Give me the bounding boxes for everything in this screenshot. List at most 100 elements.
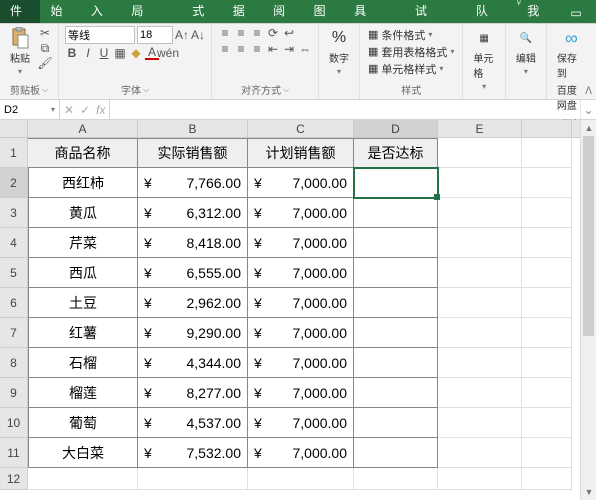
formula-input[interactable]	[110, 100, 580, 119]
fx-icon[interactable]: fx	[96, 103, 105, 117]
tab-developer[interactable]: 开发工具	[344, 0, 405, 23]
cell-plan[interactable]: ¥7,000.00	[248, 438, 354, 468]
cell[interactable]	[438, 468, 522, 490]
copy-icon[interactable]: ⧉	[38, 41, 52, 55]
cell[interactable]	[522, 468, 572, 490]
font-size-select[interactable]	[137, 26, 173, 44]
scroll-up-arrow-icon[interactable]: ▲	[581, 120, 596, 136]
row-header[interactable]: 8	[0, 348, 28, 378]
format-as-table-button[interactable]: ▦套用表格格式▾	[366, 43, 456, 60]
cut-icon[interactable]: ✂	[38, 26, 52, 40]
cell[interactable]	[522, 138, 572, 168]
cell-target[interactable]	[354, 408, 438, 438]
cell[interactable]	[522, 348, 572, 378]
header-cell[interactable]: 计划销售额	[248, 138, 354, 168]
col-header-B[interactable]: B	[138, 120, 248, 137]
cell[interactable]	[354, 468, 438, 490]
tab-formulas[interactable]: 公式	[182, 0, 222, 23]
cell-target[interactable]	[354, 168, 438, 198]
col-header-C[interactable]: C	[248, 120, 354, 137]
fill-handle[interactable]	[434, 194, 440, 200]
tab-loadtest[interactable]: 负载测试	[405, 0, 466, 23]
header-cell[interactable]: 是否达标	[354, 138, 438, 168]
dialog-launcher-icon[interactable]: ⌵	[283, 85, 289, 95]
row-header[interactable]: 9	[0, 378, 28, 408]
header-cell[interactable]: 商品名称	[28, 138, 138, 168]
cell[interactable]	[438, 318, 522, 348]
ribbon-display-options-icon[interactable]: ▭	[564, 3, 588, 23]
save-baidu-button[interactable]: ∞保存到百度网盘	[553, 26, 590, 114]
increase-font-icon[interactable]: A↑	[175, 28, 189, 42]
col-header-D[interactable]: D	[354, 120, 438, 137]
cell-target[interactable]	[354, 318, 438, 348]
tab-view[interactable]: 视图	[304, 0, 344, 23]
row-header[interactable]: 11	[0, 438, 28, 468]
number-format-button[interactable]: % 数字 ▾	[325, 26, 353, 78]
row-header[interactable]: 1	[0, 138, 28, 168]
cell-target[interactable]	[354, 258, 438, 288]
cell[interactable]	[438, 378, 522, 408]
cell[interactable]	[522, 258, 572, 288]
cancel-icon[interactable]: ✕	[64, 103, 74, 117]
name-box[interactable]: D2▾	[0, 100, 60, 119]
cell[interactable]	[248, 468, 354, 490]
cell[interactable]	[522, 198, 572, 228]
dialog-launcher-icon[interactable]: ⌵	[42, 85, 48, 95]
row-header[interactable]: 5	[0, 258, 28, 288]
cell[interactable]	[438, 138, 522, 168]
underline-icon[interactable]: U	[97, 46, 111, 60]
row-header[interactable]: 12	[0, 468, 28, 490]
cell-name[interactable]: 红薯	[28, 318, 138, 348]
cell[interactable]	[438, 228, 522, 258]
wrap-text-icon[interactable]: ↩	[282, 26, 296, 40]
cell-plan[interactable]: ¥7,000.00	[248, 198, 354, 228]
align-left-icon[interactable]: ≡	[218, 42, 232, 56]
cell-plan[interactable]: ¥7,000.00	[248, 228, 354, 258]
select-all-corner[interactable]	[0, 120, 28, 137]
row-header[interactable]: 3	[0, 198, 28, 228]
editing-button[interactable]: 🔍编辑▾	[512, 26, 540, 78]
cell[interactable]	[522, 168, 572, 198]
cell-target[interactable]	[354, 378, 438, 408]
row-header[interactable]: 2	[0, 168, 28, 198]
align-center-icon[interactable]: ≡	[234, 42, 248, 56]
cell-target[interactable]	[354, 288, 438, 318]
italic-icon[interactable]: I	[81, 46, 95, 60]
tab-review[interactable]: 审阅	[263, 0, 303, 23]
cell-actual[interactable]: ¥2,962.00	[138, 288, 248, 318]
cell[interactable]	[522, 228, 572, 258]
merge-center-icon[interactable]: ⇔	[298, 42, 312, 56]
cell-actual[interactable]: ¥6,312.00	[138, 198, 248, 228]
cell-styles-button[interactable]: ▦单元格样式▾	[366, 60, 445, 77]
cell-name[interactable]: 西瓜	[28, 258, 138, 288]
cell-actual[interactable]: ¥4,537.00	[138, 408, 248, 438]
align-middle-icon[interactable]: ≡	[234, 26, 248, 40]
cell-plan[interactable]: ¥7,000.00	[248, 258, 354, 288]
cell-target[interactable]	[354, 348, 438, 378]
tab-file[interactable]: 文件	[0, 0, 40, 23]
cell-plan[interactable]: ¥7,000.00	[248, 348, 354, 378]
cell-target[interactable]	[354, 438, 438, 468]
align-bottom-icon[interactable]: ≡	[250, 26, 264, 40]
cells-button[interactable]: ▦单元格▾	[469, 26, 498, 93]
cell[interactable]	[438, 168, 522, 198]
scroll-thumb[interactable]	[583, 136, 594, 336]
cell[interactable]	[522, 318, 572, 348]
fill-color-icon[interactable]: ◆	[129, 46, 143, 60]
cell[interactable]	[522, 408, 572, 438]
cell-plan[interactable]: ¥7,000.00	[248, 408, 354, 438]
dialog-launcher-icon[interactable]: ⌵	[143, 85, 149, 95]
decrease-font-icon[interactable]: A↓	[191, 28, 205, 42]
cell-actual[interactable]: ¥7,532.00	[138, 438, 248, 468]
cell-name[interactable]: 土豆	[28, 288, 138, 318]
cell-actual[interactable]: ¥8,277.00	[138, 378, 248, 408]
cell-name[interactable]: 西红柿	[28, 168, 138, 198]
tab-pagelayout[interactable]: 页面布局	[121, 0, 182, 23]
cell[interactable]	[28, 468, 138, 490]
cell-name[interactable]: 榴莲	[28, 378, 138, 408]
row-header[interactable]: 6	[0, 288, 28, 318]
increase-indent-icon[interactable]: ⇥	[282, 42, 296, 56]
cell-plan[interactable]: ¥7,000.00	[248, 288, 354, 318]
cell[interactable]	[438, 408, 522, 438]
cell[interactable]	[522, 438, 572, 468]
